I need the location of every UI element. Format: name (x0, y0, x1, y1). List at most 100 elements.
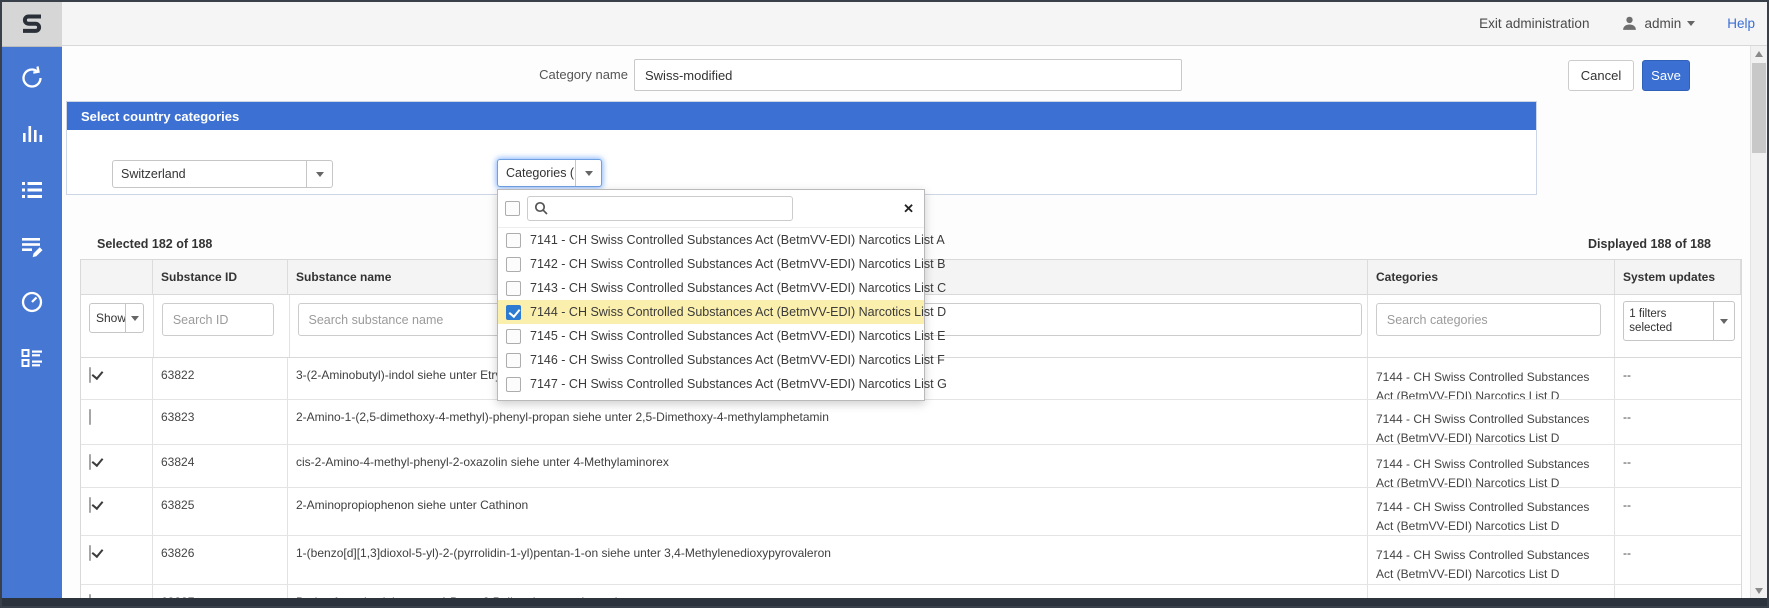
chevron-down-icon (575, 160, 601, 186)
row-checkbox[interactable] (89, 497, 91, 513)
scroll-up-button[interactable] (1751, 46, 1767, 61)
row-updates: -- (1615, 536, 1741, 584)
option-checkbox[interactable] (506, 353, 521, 368)
option-checkbox[interactable] (506, 377, 521, 392)
row-updates: -- (1615, 488, 1741, 535)
cancel-button[interactable]: Cancel (1568, 60, 1634, 91)
category-search-input[interactable] (527, 196, 793, 221)
chevron-down-icon (1713, 302, 1734, 340)
option-checkbox[interactable] (506, 329, 521, 344)
bar-chart-icon (18, 120, 46, 148)
chevron-down-icon (1687, 21, 1695, 26)
arrow-up-icon (1755, 51, 1763, 57)
username: admin (1644, 16, 1681, 31)
search-categories-input[interactable] (1376, 303, 1601, 336)
option-checkbox[interactable] (506, 281, 521, 296)
option-label: 7143 - CH Swiss Controlled Substances Ac… (530, 281, 946, 295)
categories-popup: ✕ 7141 - CH Swiss Controlled Substances … (497, 189, 925, 401)
category-option[interactable]: 7141 - CH Swiss Controlled Substances Ac… (498, 228, 924, 252)
category-option[interactable]: 7143 - CH Swiss Controlled Substances Ac… (498, 276, 924, 300)
row-categories: 7144 - CH Swiss Controlled Substances Ac… (1368, 536, 1615, 584)
app-logo (2, 2, 62, 47)
row-categories: 7144 - CH Swiss Controlled Substances Ac… (1368, 358, 1615, 399)
user-icon (1621, 15, 1638, 32)
sidebar-item-edit-lists[interactable] (14, 231, 50, 261)
sidebar (2, 2, 62, 606)
category-option[interactable]: 7146 - CH Swiss Controlled Substances Ac… (498, 348, 924, 372)
scroll-down-button[interactable] (1751, 583, 1767, 598)
substance-name: 2-Amino-1-(2,5-dimethoxy-4-methyl)-pheny… (288, 400, 1368, 444)
sidebar-item-categories[interactable] (14, 343, 50, 373)
row-checkbox[interactable] (89, 454, 91, 470)
category-name-input[interactable] (634, 59, 1182, 91)
show-filter-value: Show (90, 304, 125, 332)
select-all-checkbox[interactable] (505, 201, 520, 216)
system-updates-filter[interactable]: 1 filters selected (1623, 301, 1735, 341)
option-label: 7141 - CH Swiss Controlled Substances Ac… (530, 233, 945, 247)
category-option[interactable]: 7142 - CH Swiss Controlled Substances Ac… (498, 252, 924, 276)
sidebar-item-schedule[interactable] (14, 287, 50, 317)
categories-dropdown-label: Categories (1) (498, 160, 575, 186)
row-checkbox[interactable] (89, 545, 91, 561)
sidebar-item-sync[interactable] (14, 63, 50, 93)
show-filter-select[interactable]: Show (89, 303, 144, 333)
category-option-selected[interactable]: 7144 - CH Swiss Controlled Substances Ac… (498, 300, 924, 324)
option-label: 7145 - CH Swiss Controlled Substances Ac… (530, 329, 945, 343)
cards-icon (18, 344, 46, 372)
save-button[interactable]: Save (1642, 60, 1690, 91)
sidebar-item-lists[interactable] (14, 175, 50, 205)
close-icon[interactable]: ✕ (903, 202, 914, 215)
substance-name: cis-2-Amino-4-methyl-phenyl-2-oxazolin s… (288, 445, 1368, 487)
option-checkbox[interactable] (506, 305, 521, 320)
table-row: 63823 2-Amino-1-(2,5-dimethoxy-4-methyl)… (81, 400, 1741, 445)
vertical-scrollbar[interactable] (1750, 46, 1767, 598)
row-categories: 7144 - CH Swiss Controlled Substances Ac… (1368, 488, 1615, 535)
substance-id: 63825 (153, 488, 288, 535)
categories-dropdown-button[interactable]: Categories (1) (497, 159, 602, 187)
option-label: 7142 - CH Swiss Controlled Substances Ac… (530, 257, 945, 271)
option-checkbox[interactable] (506, 257, 521, 272)
edit-list-icon (18, 232, 46, 260)
row-updates: -- (1615, 358, 1741, 399)
system-updates-filter-value: 1 filters selected (1624, 302, 1713, 340)
row-updates: -- (1615, 400, 1741, 444)
row-checkbox[interactable] (89, 367, 91, 383)
row-categories: 7144 - CH Swiss Controlled Substances Ac… (1368, 445, 1615, 487)
substance-id: 63824 (153, 445, 288, 487)
refresh-icon (18, 64, 46, 92)
option-label: 7146 - CH Swiss Controlled Substances Ac… (530, 353, 945, 367)
topbar: Exit administration admin Help (62, 2, 1767, 46)
option-label: 7144 - CH Swiss Controlled Substances Ac… (530, 305, 946, 319)
substance-name: 2-Aminopropiophenon siehe unter Cathinon (288, 488, 1368, 535)
country-select[interactable]: Switzerland (112, 160, 333, 188)
exit-administration-link[interactable]: Exit administration (1479, 16, 1589, 31)
admin-window: Exit administration admin Help Category … (0, 0, 1769, 608)
panel-title: Select country categories (67, 102, 1536, 130)
row-updates: -- (1615, 445, 1741, 487)
search-id-input[interactable] (162, 303, 274, 336)
category-option[interactable]: 7145 - CH Swiss Controlled Substances Ac… (498, 324, 924, 348)
scrollbar-thumb[interactable] (1752, 63, 1766, 153)
clock-icon (18, 288, 46, 316)
option-checkbox[interactable] (506, 233, 521, 248)
table-row: 63826 1-(benzo[d][1,3]dioxol-5-yl)-2-(py… (81, 536, 1741, 585)
substance-id: 63823 (153, 400, 288, 444)
app-logo-icon (17, 9, 47, 39)
row-checkbox[interactable] (89, 409, 91, 425)
user-menu[interactable]: admin (1621, 15, 1695, 32)
chevron-down-icon (306, 161, 332, 187)
help-link[interactable]: Help (1727, 16, 1755, 31)
selected-count: Selected 182 of 188 (97, 237, 212, 251)
substance-name: 1-(benzo[d][1,3]dioxol-5-yl)-2-(pyrrolid… (288, 536, 1368, 584)
chevron-down-icon (125, 304, 143, 332)
row-categories: 7144 - CH Swiss Controlled Substances Ac… (1368, 400, 1615, 444)
header-substance-id: Substance ID (153, 260, 288, 294)
substance-id: 63822 (153, 358, 288, 399)
table-row: 63825 2-Aminopropiophenon siehe unter Ca… (81, 488, 1741, 536)
list-icon (18, 176, 46, 204)
popup-search-row: ✕ (498, 190, 924, 228)
arrow-down-icon (1755, 588, 1763, 594)
category-name-label: Category name (432, 67, 628, 82)
category-option[interactable]: 7147 - CH Swiss Controlled Substances Ac… (498, 372, 924, 396)
sidebar-item-statistics[interactable] (14, 119, 50, 149)
